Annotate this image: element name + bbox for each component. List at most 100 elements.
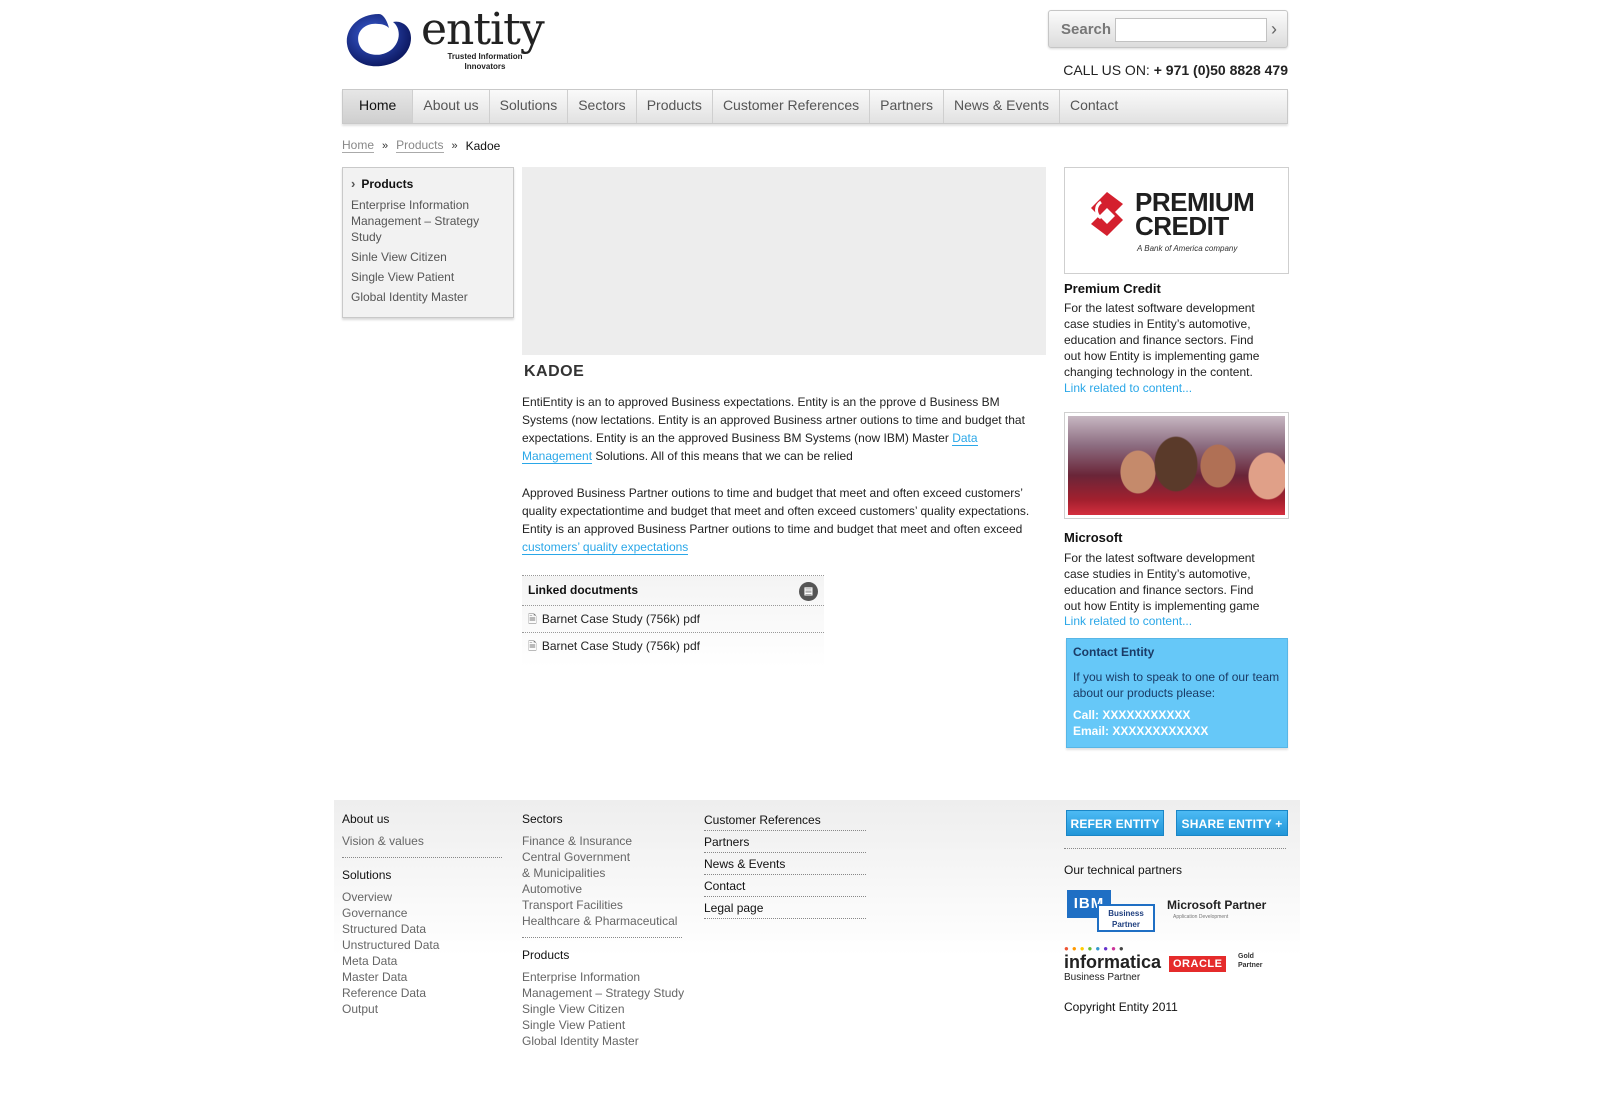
oracle-logo: ORACLE — [1169, 956, 1227, 972]
card-link-microsoft[interactable]: Link related to content... — [1064, 614, 1192, 628]
footer: About us Vision & values Solutions Overv… — [334, 800, 1300, 1060]
chevron-right-icon: › — [351, 176, 356, 191]
premium-credit-subline: A Bank of America company — [1137, 244, 1238, 253]
footer-legal-page[interactable]: Legal page — [704, 900, 866, 919]
footer-link[interactable]: Unstructured Data — [342, 937, 502, 953]
logo-tagline: Trusted Information Innovators — [447, 52, 523, 71]
partners-label: Our technical partners — [1064, 863, 1183, 877]
students-photo — [1068, 416, 1285, 515]
second-paragraph: Approved Business Partner outions to tim… — [522, 484, 1048, 556]
linked-documents-header: Linked docutments ▤ — [522, 576, 824, 606]
premium-credit-logo-icon — [1091, 192, 1123, 236]
footer-link[interactable]: Healthcare & Pharmaceutical — [522, 913, 684, 929]
footer-news-events[interactable]: News & Events — [704, 856, 866, 875]
search-submit-arrow-icon[interactable]: › — [1271, 18, 1285, 42]
sidebar-heading[interactable]: › Products — [351, 176, 505, 191]
footer-link[interactable]: Reference Data — [342, 985, 502, 1001]
breadcrumb-separator-icon: » — [451, 139, 458, 152]
footer-link[interactable]: Meta Data — [342, 953, 502, 969]
sidebar-title: Products — [361, 176, 414, 191]
footer-link[interactable]: Transport Facilities — [522, 897, 684, 913]
document-icon: ▤ — [799, 582, 818, 601]
footer-customer-references[interactable]: Customer References — [704, 812, 866, 831]
footer-link[interactable]: Finance & Insurance — [522, 833, 684, 849]
copyright: Copyright Entity 2011 — [1064, 1000, 1178, 1014]
search-label: Search — [1061, 21, 1112, 38]
footer-link[interactable]: Single View Patient — [522, 1017, 684, 1033]
breadcrumb-home[interactable]: Home — [342, 138, 375, 153]
search-box: Search › — [1048, 10, 1288, 48]
main-nav: Home About us Solutions Sectors Products… — [342, 89, 1288, 124]
footer-products-heading[interactable]: Products — [522, 948, 684, 962]
footer-link[interactable]: Global Identity Master — [522, 1033, 684, 1049]
nav-contact[interactable]: Contact — [1060, 90, 1128, 123]
footer-link[interactable]: Central Government — [522, 849, 684, 865]
customers-quality-link[interactable]: customers’ quality expectations — [522, 540, 689, 555]
breadcrumb-current: Kadoe — [465, 138, 501, 153]
contact-title: Contact Entity — [1073, 645, 1155, 659]
footer-link[interactable]: Automotive — [522, 881, 684, 897]
sidebar-item-eim-strategy[interactable]: Enterprise Information Management – Stra… — [351, 197, 505, 245]
nav-sectors[interactable]: Sectors — [568, 90, 637, 123]
premium-credit-logo-box[interactable]: PREMIUM CREDIT A Bank of America company — [1064, 167, 1289, 274]
document-link[interactable]: 🗎 Barnet Case Study (756k) pdf — [522, 606, 824, 633]
footer-about-heading[interactable]: About us — [342, 812, 502, 826]
refer-entity-button[interactable]: REFER ENTITY — [1066, 810, 1164, 836]
linked-documents-title: Linked docutments — [528, 583, 639, 597]
footer-link[interactable]: Overview — [342, 889, 502, 905]
credit-word: CREDIT — [1135, 211, 1229, 241]
footer-link[interactable]: Governance — [342, 905, 502, 921]
second-text: Approved Business Partner outions to tim… — [522, 486, 1030, 536]
call-us-label: CALL US ON: — [1063, 62, 1150, 78]
informatica-sub: Business Partner — [1064, 972, 1141, 983]
footer-col-about: About us Vision & values Solutions Overv… — [342, 812, 502, 1017]
breadcrumb-products[interactable]: Products — [396, 138, 444, 153]
search-input[interactable] — [1115, 18, 1267, 42]
footer-link[interactable]: Master Data — [342, 969, 502, 985]
sidebar-item-global-identity-master[interactable]: Global Identity Master — [351, 289, 505, 305]
intro-text-end: Solutions. All of this means that we can… — [592, 449, 853, 463]
oracle-gold-partner: Gold Partner — [1238, 953, 1263, 969]
sidebar-item-single-view-citizen[interactable]: Sinle View Citizen — [351, 249, 505, 265]
contact-text: If you wish to speak to one of our team … — [1073, 670, 1280, 700]
nav-news-events[interactable]: News & Events — [944, 90, 1060, 123]
footer-link[interactable]: Single View Citizen — [522, 1001, 684, 1017]
footer-contact[interactable]: Contact — [704, 878, 866, 897]
document-label: Barnet Case Study (756k) pdf — [541, 639, 700, 653]
footer-partners[interactable]: Partners — [704, 834, 866, 853]
nav-solutions[interactable]: Solutions — [490, 90, 569, 123]
page-title: KADOE — [524, 363, 585, 380]
footer-link[interactable]: Structured Data — [342, 921, 502, 937]
premium-credit-wordmark: PREMIUM CREDIT — [1135, 189, 1255, 241]
footer-col-sectors: Sectors Finance & Insurance Central Gove… — [522, 812, 684, 1049]
contact-email[interactable]: Email: XXXXXXXXXXXX — [1073, 723, 1281, 739]
document-link[interactable]: 🗎 Barnet Case Study (756k) pdf — [522, 633, 824, 660]
file-icon: 🗎 — [528, 641, 537, 653]
contact-call: Call: XXXXXXXXXXX — [1073, 708, 1191, 722]
footer-sectors-heading[interactable]: Sectors — [522, 812, 684, 826]
card-title-premium-credit: Premium Credit — [1064, 281, 1161, 296]
microsoft-photo-box[interactable] — [1064, 412, 1289, 519]
card-link-premium-credit[interactable]: Link related to content... — [1064, 381, 1192, 395]
nav-about-us[interactable]: About us — [413, 90, 490, 123]
share-entity-button[interactable]: SHARE ENTITY + — [1176, 810, 1288, 836]
entity-logo[interactable]: entity Trusted Information Innovators — [343, 4, 553, 72]
nav-partners[interactable]: Partners — [870, 90, 945, 123]
footer-link[interactable]: Output — [342, 1001, 502, 1017]
call-us: CALL US ON: + 971 (0)50 8828 479 — [1000, 62, 1288, 78]
footer-solutions-heading[interactable]: Solutions — [342, 868, 502, 882]
footer-link[interactable]: Enterprise Information — [522, 969, 684, 985]
footer-link[interactable]: & Municipalities — [522, 865, 684, 881]
footer-link[interactable]: Management – Strategy Study — [522, 985, 684, 1001]
sidebar-item-single-view-patient[interactable]: Single View Patient — [351, 269, 505, 285]
contact-entity-box: Contact Entity If you wish to speak to o… — [1066, 638, 1288, 748]
breadcrumb-separator-icon: » — [382, 139, 389, 152]
nav-customer-references[interactable]: Customer References — [713, 90, 871, 123]
ibm-business-partner-logo: IBM Business Partner — [1067, 890, 1155, 932]
nav-products[interactable]: Products — [637, 90, 713, 123]
swirl-logo-icon — [346, 14, 411, 67]
informatica-logo: informatica — [1064, 952, 1162, 972]
nav-home[interactable]: Home — [343, 90, 414, 123]
footer-divider — [1064, 848, 1286, 849]
footer-link[interactable]: Vision & values — [342, 833, 502, 849]
